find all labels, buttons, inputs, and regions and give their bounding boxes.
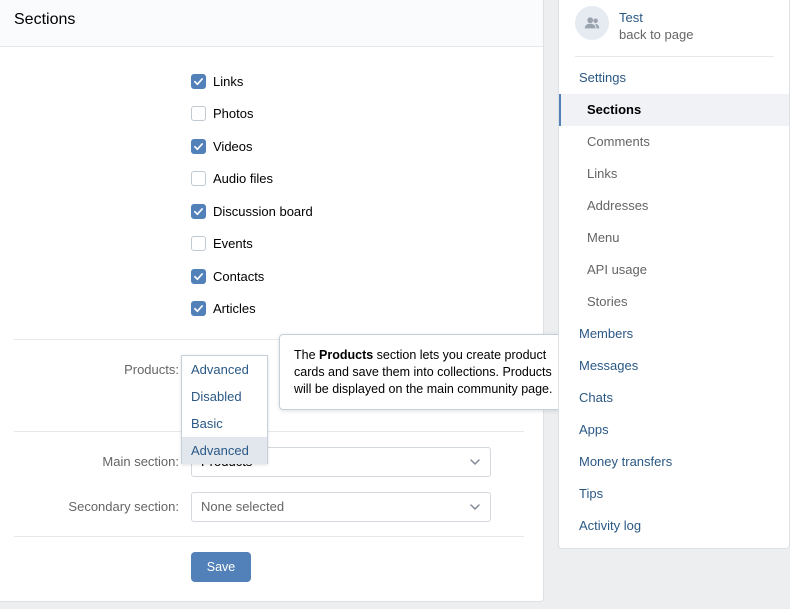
sidebar-item-tips[interactable]: Tips xyxy=(559,478,789,510)
checkbox-audio-files[interactable]: Audio files xyxy=(191,168,273,188)
sidebar-item-activity-log[interactable]: Activity log xyxy=(559,510,789,542)
main-header: Sections xyxy=(0,0,543,47)
tooltip-bold: Products xyxy=(319,348,374,362)
checkbox-box[interactable] xyxy=(191,170,206,186)
checkbox-videos[interactable]: Videos xyxy=(191,136,253,156)
checkbox-discussion-board[interactable]: Discussion board xyxy=(191,201,313,221)
checkbox-links[interactable]: Links xyxy=(191,71,243,91)
sidebar-item-members[interactable]: Members xyxy=(559,318,789,350)
chevron-down-icon xyxy=(470,459,480,466)
main-section-label: Main section: xyxy=(102,454,179,469)
checkbox-box[interactable] xyxy=(191,235,206,251)
checkbox-label: Audio files xyxy=(213,170,273,186)
dropdown-option-advanced[interactable]: Advanced xyxy=(182,437,267,464)
sidebar-item-comments[interactable]: Comments xyxy=(559,126,789,158)
checkbox-box[interactable] xyxy=(191,105,206,121)
sidebar-item-addresses[interactable]: Addresses xyxy=(559,190,789,222)
checkbox-label: Photos xyxy=(213,105,254,121)
checkbox-articles[interactable]: Articles xyxy=(191,298,256,318)
secondary-section-value: None selected xyxy=(201,499,285,514)
checkbox-label: Events xyxy=(213,235,253,251)
checkbox-box[interactable] xyxy=(191,203,206,219)
checkbox-box[interactable] xyxy=(191,300,206,316)
checkbox-label: Articles xyxy=(213,300,256,316)
avatar[interactable] xyxy=(575,6,609,40)
sidebar-item-links[interactable]: Links xyxy=(559,158,789,190)
chevron-down-icon xyxy=(470,504,480,511)
back-to-page-link[interactable]: back to page xyxy=(619,26,693,43)
page-title: Sections xyxy=(14,11,76,28)
divider xyxy=(14,536,524,537)
check-icon xyxy=(194,272,203,280)
tooltip-prefix: The xyxy=(294,348,320,362)
check-icon xyxy=(194,77,203,85)
sidebar: Test back to page Settings Sections Comm… xyxy=(558,0,790,549)
profile-text: Test back to page xyxy=(619,6,693,43)
products-tooltip: The Products section lets you create pro… xyxy=(279,334,580,410)
checkbox-label: Videos xyxy=(213,138,253,154)
checkbox-contacts[interactable]: Contacts xyxy=(191,266,264,286)
secondary-section-select[interactable]: None selected xyxy=(191,492,491,522)
sidebar-item-apps[interactable]: Apps xyxy=(559,414,789,446)
checkbox-box[interactable] xyxy=(191,268,206,284)
community-icon xyxy=(584,17,600,29)
divider xyxy=(575,56,774,57)
checkbox-box[interactable] xyxy=(191,73,206,89)
sidebar-item-chats[interactable]: Chats xyxy=(559,382,789,414)
checkbox-events[interactable]: Events xyxy=(191,233,253,253)
checkbox-label: Contacts xyxy=(213,268,265,284)
save-button[interactable]: Save xyxy=(191,552,251,582)
secondary-section-label: Secondary section: xyxy=(68,499,179,514)
divider xyxy=(14,431,524,432)
main-panel: Sections Links Photos Videos Audio files… xyxy=(0,0,580,602)
sidebar-item-menu[interactable]: Menu xyxy=(559,222,789,254)
checkbox-label: Discussion board xyxy=(213,203,313,219)
sidebar-item-settings[interactable]: Settings xyxy=(559,62,789,94)
checkbox-photos[interactable]: Photos xyxy=(191,103,253,123)
check-icon xyxy=(194,304,203,312)
sidebar-item-sections[interactable]: Sections xyxy=(559,94,789,126)
profile-block[interactable]: Test back to page xyxy=(575,6,693,43)
sidebar-item-messages[interactable]: Messages xyxy=(559,350,789,382)
check-icon xyxy=(194,207,203,215)
dropdown-option-basic[interactable]: Basic xyxy=(182,410,267,437)
products-dropdown[interactable]: Advanced Disabled Basic Advanced xyxy=(181,355,268,464)
checkbox-box[interactable] xyxy=(191,138,206,154)
products-dropdown-current[interactable]: Advanced xyxy=(182,356,267,383)
products-label: Products: xyxy=(124,362,179,377)
sidebar-item-money-transfers[interactable]: Money transfers xyxy=(559,446,789,478)
dropdown-option-disabled[interactable]: Disabled xyxy=(182,383,267,410)
sidebar-item-api-usage[interactable]: API usage xyxy=(559,254,789,286)
sidebar-item-stories[interactable]: Stories xyxy=(559,286,789,318)
checkbox-label: Links xyxy=(213,73,244,89)
profile-name[interactable]: Test xyxy=(619,9,693,26)
check-icon xyxy=(194,142,203,150)
